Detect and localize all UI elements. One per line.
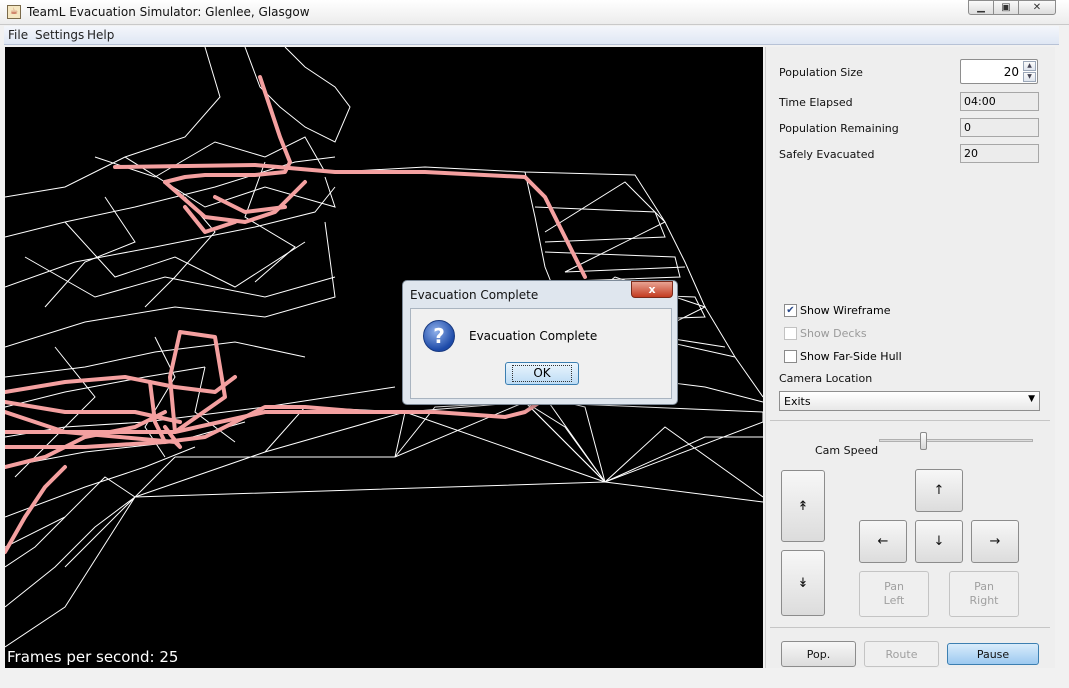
fps-counter: Frames per second: 25 (7, 648, 179, 666)
menu-file[interactable]: File (8, 28, 28, 42)
close-icon: ✕ (1032, 2, 1042, 13)
ok-button[interactable]: OK (505, 362, 579, 385)
minimize-button[interactable]: ▁ (968, 0, 994, 15)
panel-divider (770, 627, 1050, 628)
camera-location-select[interactable]: Exits ▼ (779, 391, 1040, 411)
safely-evacuated-field: 20 (960, 144, 1039, 163)
chevron-down-icon: ▼ (1028, 394, 1035, 404)
arrow-up-icon: ↑ (933, 483, 945, 498)
cam-speed-slider-track[interactable] (879, 439, 1033, 442)
arrow-up-icon: ↟ (797, 498, 809, 514)
show-wireframe-checkbox[interactable]: ✔ (784, 304, 797, 317)
question-icon: ? (423, 320, 455, 352)
population-size-spinner[interactable]: 20 ▲ ▼ (960, 59, 1038, 84)
arrow-right-icon: → (989, 534, 1001, 549)
camera-left-button[interactable]: ← (859, 520, 907, 563)
cam-speed-label: Cam Speed (815, 444, 879, 457)
pan-right-label: Pan Right (969, 580, 999, 607)
dialog-body: ? Evacuation Complete OK (410, 308, 672, 399)
cam-speed-slider-thumb[interactable] (920, 432, 927, 450)
window-close-button[interactable]: ✕ (1018, 0, 1056, 15)
pan-left-label: Pan Left (883, 580, 905, 607)
minimize-icon: ▁ (977, 2, 985, 13)
menu-help[interactable]: Help (87, 28, 114, 42)
time-elapsed-field: 04:00 (960, 92, 1039, 111)
pan-right-button[interactable]: Pan Right (949, 571, 1019, 617)
maximize-button[interactable]: ▣ (993, 0, 1019, 15)
camera-back-button[interactable]: ↓ (915, 520, 963, 563)
arrow-down-icon: ↓ (933, 534, 945, 549)
java-icon: ☕ (7, 5, 21, 19)
route-button[interactable]: Route (864, 641, 939, 667)
population-size-value[interactable]: 20 (1004, 65, 1019, 79)
ok-button-label: OK (512, 365, 572, 382)
safely-evacuated-label: Safely Evacuated (779, 148, 875, 161)
population-remaining-field: 0 (960, 118, 1039, 137)
panel-divider (770, 420, 1050, 421)
camera-forward-button[interactable]: ↑ (915, 469, 963, 512)
show-decks-checkbox[interactable] (784, 327, 797, 340)
control-panel: Population Size 20 ▲ ▼ Time Elapsed 04:0… (765, 47, 1055, 668)
camera-lower-button[interactable]: ↡ (781, 550, 825, 616)
arrow-down-icon: ↡ (797, 575, 809, 591)
population-size-label: Population Size (779, 66, 863, 79)
show-decks-label: Show Decks (800, 327, 867, 340)
camera-raise-button[interactable]: ↟ (781, 470, 825, 542)
dialog-close-button[interactable]: x (631, 281, 673, 298)
spinner-down-icon[interactable]: ▼ (1023, 72, 1036, 82)
arrow-left-icon: ← (877, 534, 889, 549)
camera-right-button[interactable]: → (971, 520, 1019, 563)
population-remaining-label: Population Remaining (779, 122, 899, 135)
pause-button[interactable]: Pause (947, 643, 1039, 665)
maximize-icon: ▣ (1001, 2, 1011, 13)
pan-left-button[interactable]: Pan Left (859, 571, 929, 617)
dialog-title: Evacuation Complete (410, 288, 539, 302)
camera-location-value: Exits (784, 395, 811, 408)
dialog-message: Evacuation Complete (469, 329, 598, 343)
camera-location-label: Camera Location (779, 372, 873, 385)
menu-bar: File Settings Help (4, 26, 1059, 45)
show-wireframe-label: Show Wireframe (800, 304, 891, 317)
population-button[interactable]: Pop. (781, 641, 856, 667)
show-far-side-hull-label: Show Far-Side Hull (800, 350, 902, 363)
spinner-up-icon[interactable]: ▲ (1023, 61, 1036, 71)
menu-settings[interactable]: Settings (35, 28, 84, 42)
window-title: TeamL Evacuation Simulator: Glenlee, Gla… (27, 5, 310, 19)
show-far-side-hull-checkbox[interactable] (784, 350, 797, 363)
close-icon: x (648, 283, 656, 296)
window-title-bar: ☕ TeamL Evacuation Simulator: Glenlee, G… (0, 0, 1069, 25)
time-elapsed-label: Time Elapsed (779, 96, 853, 109)
evacuation-complete-dialog: Evacuation Complete x ? Evacuation Compl… (402, 280, 678, 405)
